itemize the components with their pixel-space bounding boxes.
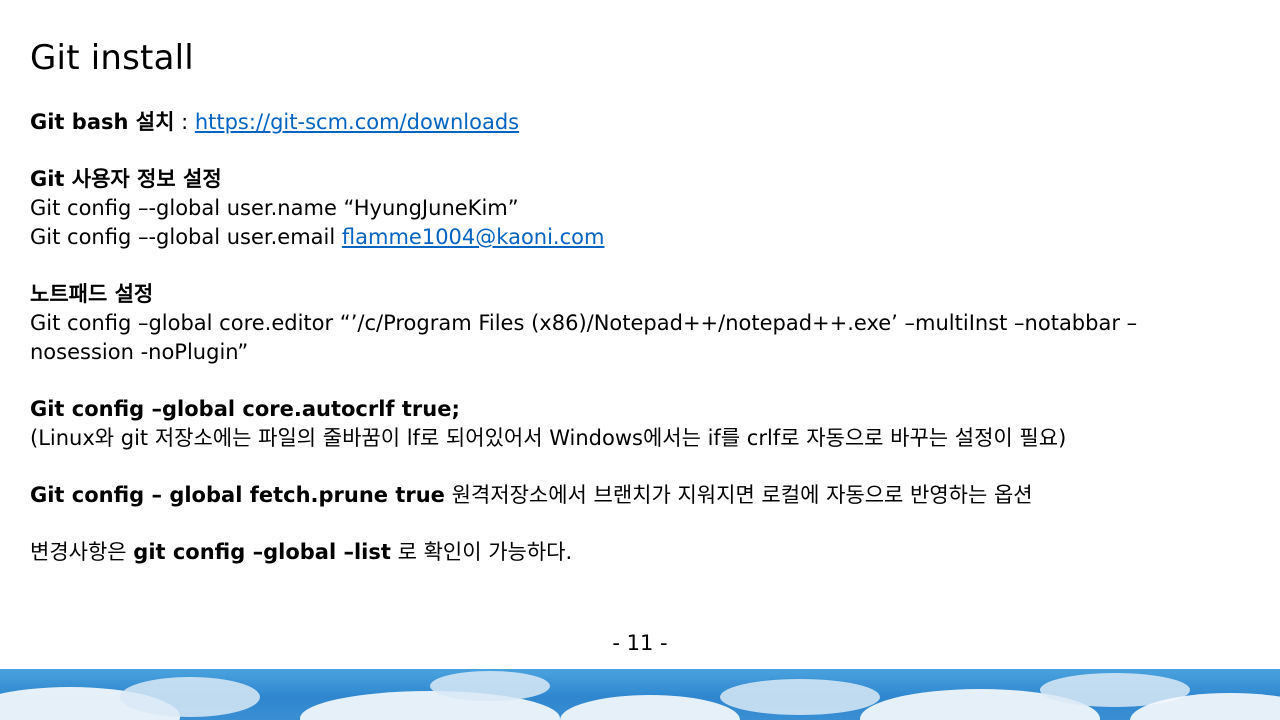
check-prefix: 변경사항은 xyxy=(30,540,134,564)
git-download-link[interactable]: https://git-scm.com/downloads xyxy=(195,110,519,134)
sky-banner-image xyxy=(0,669,1280,720)
autocrlf-description: (Linux와 git 저장소에는 파일의 줄바꿈이 lf로 되어있어서 Win… xyxy=(30,426,1067,450)
check-command: git config –global –list xyxy=(133,540,391,564)
git-bash-line: Git bash 설치 : https://git-scm.com/downlo… xyxy=(30,108,1210,137)
page-number: - 11 - xyxy=(612,631,668,655)
slide-title: Git install xyxy=(30,38,194,78)
slide: Git install Git bash 설치 : https://git-sc… xyxy=(0,0,1280,720)
autocrlf-command: Git config –global core.autocrlf true; xyxy=(30,397,460,421)
prune-line: Git config – global fetch.prune true 원격저… xyxy=(30,481,1210,510)
git-bash-label: Git bash 설치 xyxy=(30,110,175,134)
user-info-heading: Git 사용자 정보 설정 xyxy=(30,167,222,191)
check-line: 변경사항은 git config –global –list 로 확인이 가능하… xyxy=(30,538,1210,567)
notepad-command: Git config –global core.editor “’/c/Prog… xyxy=(30,311,1138,364)
user-name-command: Git config –-global user.name “HyungJune… xyxy=(30,196,519,220)
user-email-command-prefix: Git config –-global user.email xyxy=(30,225,342,249)
user-email-link[interactable]: flamme1004@kaoni.com xyxy=(342,225,605,249)
user-email-command: Git config –-global user.email flamme100… xyxy=(30,223,1210,252)
prune-command: Git config – global fetch.prune true xyxy=(30,483,445,507)
slide-body: Git bash 설치 : https://git-scm.com/downlo… xyxy=(30,108,1210,567)
notepad-heading: 노트패드 설정 xyxy=(30,282,154,306)
git-bash-separator: : xyxy=(174,110,195,134)
prune-description: 원격저장소에서 브랜치가 지워지면 로컬에 자동으로 반영하는 옵션 xyxy=(444,483,1033,507)
check-suffix: 로 확인이 가능하다. xyxy=(390,540,573,564)
